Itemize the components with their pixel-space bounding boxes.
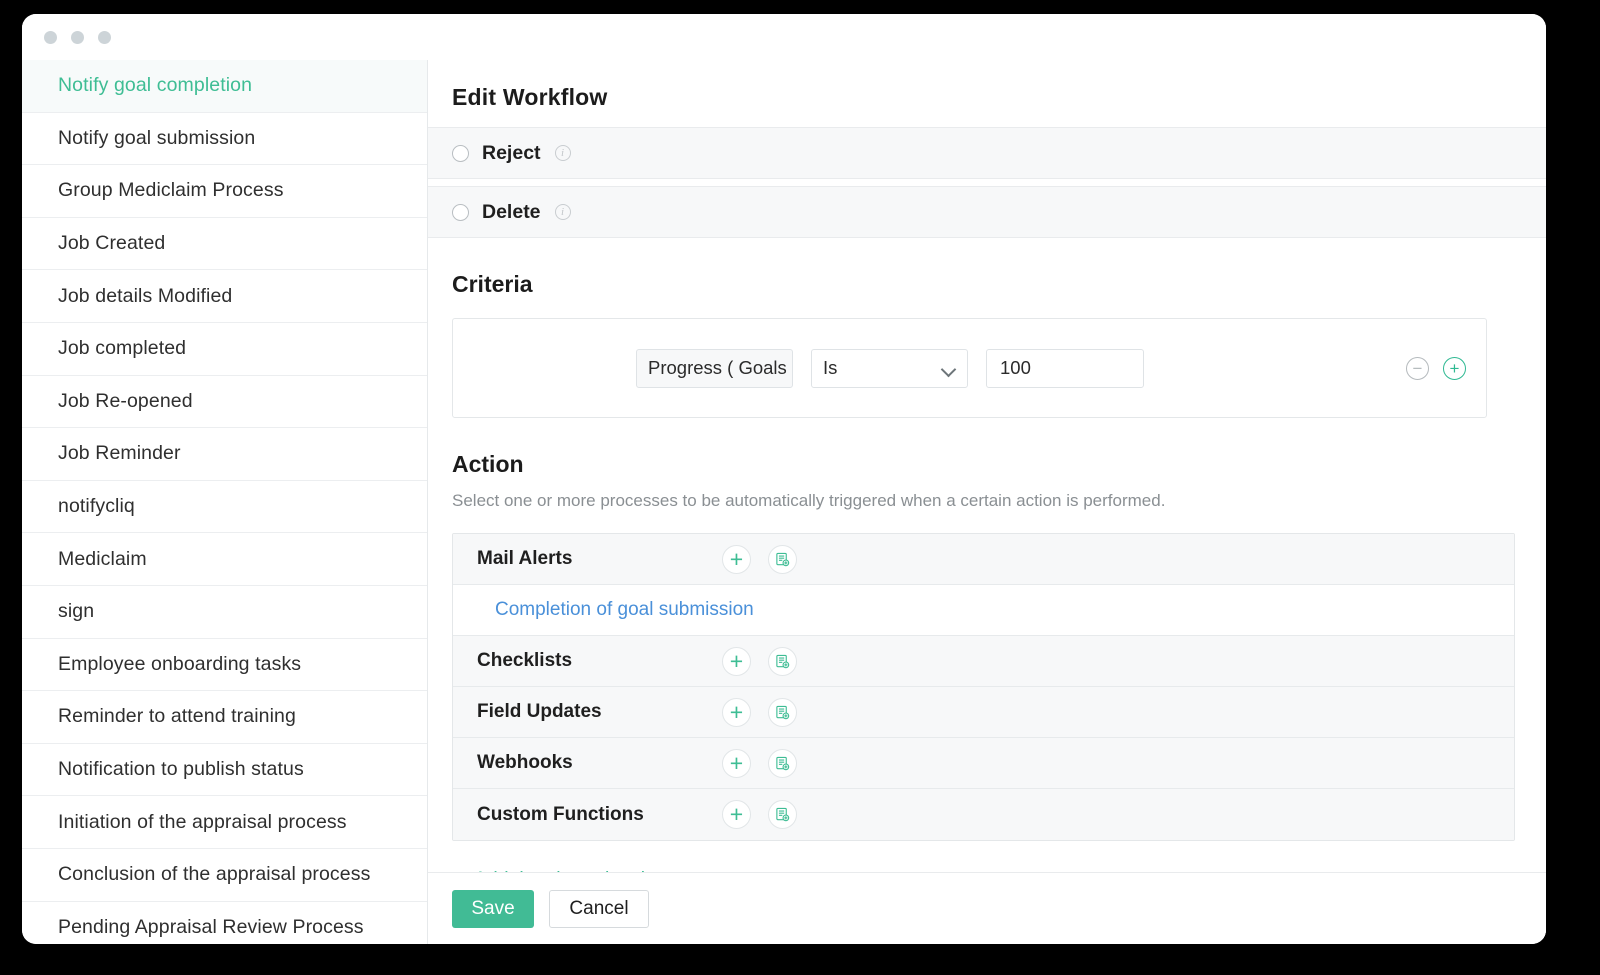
sidebar-item-label: Mediclaim [58, 548, 147, 571]
action-row-checklists: Checklists + [453, 636, 1514, 687]
document-add-icon[interactable] [768, 545, 797, 574]
workflow-action-row-delete[interactable]: Delete i [428, 186, 1546, 238]
sidebar-item-pending-appraisal-review-process[interactable]: Pending Appraisal Review Process [22, 902, 427, 945]
mail-alert-link[interactable]: Completion of goal submission [495, 599, 754, 621]
sidebar-item-label: Pending Appraisal Review Process [58, 916, 364, 939]
criteria-row-controls: − + [1406, 357, 1466, 380]
workflow-list-sidebar[interactable]: Notify goal completion Notify goal submi… [22, 60, 428, 944]
sidebar-item-label: Job Created [58, 232, 165, 255]
workflow-action-row-reject[interactable]: Reject i [428, 127, 1546, 179]
remove-criteria-icon[interactable]: − [1406, 357, 1429, 380]
action-row-field-updates: Field Updates + [453, 687, 1514, 738]
mail-alert-item-row[interactable]: Completion of goal submission [453, 585, 1514, 636]
document-add-icon[interactable] [768, 800, 797, 829]
criteria-heading: Criteria [452, 271, 1546, 298]
window-titlebar [22, 14, 1546, 60]
sidebar-item-label: notifycliq [58, 495, 135, 518]
document-add-icon[interactable] [768, 647, 797, 676]
sidebar-item-label: sign [58, 600, 94, 623]
radio-label-delete: Delete [482, 201, 541, 224]
sidebar-item-reminder-to-attend-training[interactable]: Reminder to attend training [22, 691, 427, 744]
radio-reject[interactable] [452, 145, 469, 162]
criteria-operator-select[interactable]: Is [811, 349, 968, 388]
action-list: Mail Alerts + [452, 533, 1515, 841]
document-add-icon[interactable] [768, 698, 797, 727]
action-row-label: Custom Functions [477, 804, 722, 826]
add-checklist-icon[interactable]: + [722, 647, 751, 676]
sidebar-item-notifycliq[interactable]: notifycliq [22, 481, 427, 534]
sidebar-item-group-mediclaim-process[interactable]: Group Mediclaim Process [22, 165, 427, 218]
sidebar-item-notify-goal-submission[interactable]: Notify goal submission [22, 113, 427, 166]
action-row-label: Mail Alerts [477, 548, 722, 570]
window-minimize-dot[interactable] [71, 31, 84, 44]
sidebar-item-label: Job Reminder [58, 442, 181, 465]
sidebar-item-employee-onboarding-tasks[interactable]: Employee onboarding tasks [22, 639, 427, 692]
action-row-label: Field Updates [477, 701, 722, 723]
app-window: Notify goal completion Notify goal submi… [22, 14, 1546, 944]
add-custom-function-icon[interactable]: + [722, 800, 751, 829]
action-row-mail-alerts: Mail Alerts + [453, 534, 1514, 585]
save-button[interactable]: Save [452, 890, 534, 928]
criteria-field-select[interactable]: Progress ( Goals ) [636, 349, 793, 388]
page-title: Edit Workflow [428, 60, 1546, 127]
sidebar-item-mediclaim[interactable]: Mediclaim [22, 533, 427, 586]
sidebar-item-label: Employee onboarding tasks [58, 653, 301, 676]
sidebar-item-label: Job completed [58, 337, 186, 360]
sidebar-item-job-details-modified[interactable]: Job details Modified [22, 270, 427, 323]
sidebar-item-label: Notify goal submission [58, 127, 255, 150]
sidebar-item-label: Reminder to attend training [58, 705, 296, 728]
sidebar-item-label: Initiation of the appraisal process [58, 811, 347, 834]
sidebar-item-label: Notify goal completion [58, 74, 252, 97]
action-description: Select one or more processes to be autom… [452, 491, 1546, 511]
chevron-down-icon [943, 364, 956, 372]
criteria-box: Progress ( Goals ) Is 100 − + [452, 318, 1487, 418]
sidebar-item-initiation-of-the-appraisal-process[interactable]: Initiation of the appraisal process [22, 796, 427, 849]
sidebar-item-job-re-opened[interactable]: Job Re-opened [22, 376, 427, 429]
action-row-label: Webhooks [477, 752, 722, 774]
sidebar-item-label: Notification to publish status [58, 758, 304, 781]
edit-workflow-panel: Edit Workflow Reject i Delete i Criteria… [428, 60, 1546, 944]
sidebar-item-label: Conclusion of the appraisal process [58, 863, 370, 886]
app-body: Notify goal completion Notify goal submi… [22, 60, 1546, 944]
action-heading: Action [452, 451, 1546, 478]
window-zoom-dot[interactable] [98, 31, 111, 44]
document-add-icon[interactable] [768, 749, 797, 778]
add-criteria-icon[interactable]: + [1443, 357, 1466, 380]
sidebar-item-notify-goal-completion[interactable]: Notify goal completion [22, 60, 427, 113]
action-row-custom-functions: Custom Functions + [453, 789, 1514, 840]
info-icon[interactable]: i [555, 204, 571, 220]
info-icon[interactable]: i [555, 145, 571, 161]
radio-delete[interactable] [452, 204, 469, 221]
sidebar-item-label: Group Mediclaim Process [58, 179, 284, 202]
add-field-update-icon[interactable]: + [722, 698, 751, 727]
add-mail-alert-icon[interactable]: + [722, 545, 751, 574]
form-footer: Save Cancel [428, 872, 1546, 944]
sidebar-item-sign[interactable]: sign [22, 586, 427, 639]
action-row-webhooks: Webhooks + [453, 738, 1514, 789]
sidebar-item-job-reminder[interactable]: Job Reminder [22, 428, 427, 481]
cancel-button[interactable]: Cancel [549, 890, 649, 928]
add-webhook-icon[interactable]: + [722, 749, 751, 778]
sidebar-item-label: Job Re-opened [58, 390, 193, 413]
criteria-value-input[interactable]: 100 [986, 349, 1144, 388]
radio-label-reject: Reject [482, 142, 541, 165]
criteria-operator-value: Is [823, 357, 837, 379]
action-row-label: Checklists [477, 650, 722, 672]
window-close-dot[interactable] [44, 31, 57, 44]
sidebar-item-notification-to-publish-status[interactable]: Notification to publish status [22, 744, 427, 797]
sidebar-item-job-completed[interactable]: Job completed [22, 323, 427, 376]
sidebar-item-job-created[interactable]: Job Created [22, 218, 427, 271]
sidebar-item-label: Job details Modified [58, 285, 232, 308]
sidebar-item-conclusion-of-the-appraisal-process[interactable]: Conclusion of the appraisal process [22, 849, 427, 902]
